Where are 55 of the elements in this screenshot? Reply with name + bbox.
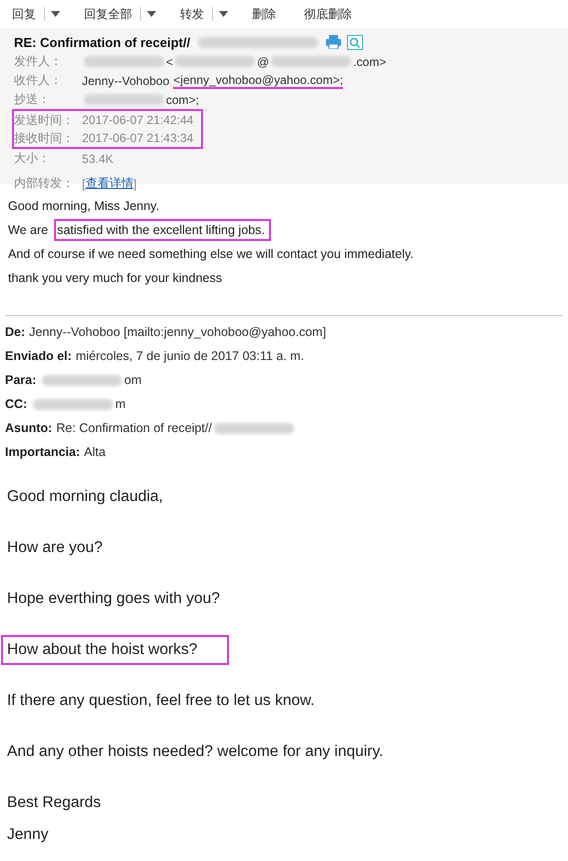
field-value: Jenny--Vohoboo — [82, 74, 170, 88]
caret-icon[interactable] — [51, 11, 60, 17]
quoted-paragraph: Best Regards — [6, 793, 102, 813]
quoted-paragraph: Hope everthing goes with you? — [6, 589, 221, 609]
field-label: 发件人： — [14, 53, 63, 70]
field-value: Re: Confirmation of receipt// — [56, 421, 212, 435]
quoted-field-label: CC: — [5, 397, 28, 411]
quoted-field-label: Enviado el: — [5, 349, 72, 363]
field-value: m — [115, 397, 126, 411]
toolbar-button[interactable]: 回复 — [8, 6, 40, 22]
field-value: Alta — [84, 445, 106, 459]
body-text: thank you very much for your kindness — [7, 270, 223, 287]
field-value: miércoles, 7 de junio de 2017 03:11 a. m. — [76, 349, 304, 363]
field-value: < — [166, 54, 174, 68]
field-value: Jenny--Vohoboo [mailto:jenny_vohoboo@yahoo.com] — [29, 325, 326, 339]
quoted-paragraph: If there any question, feel free to let us know. — [6, 691, 316, 711]
toolbar-button[interactable]: 回复全部 — [80, 6, 136, 22]
field-label: 发送时间： — [14, 112, 75, 128]
quoted-field-label: Para: — [5, 373, 36, 387]
email-subject: RE: Confirmation of receipt// — [14, 34, 190, 50]
field-label: 大小： — [14, 150, 51, 167]
details-link[interactable]: 查看详情 — [85, 175, 134, 192]
preview-icon[interactable] — [347, 34, 364, 50]
caret-icon[interactable] — [219, 11, 228, 17]
printer-icon[interactable] — [326, 35, 342, 49]
field-value: 53.4K — [82, 152, 114, 166]
toolbar-button[interactable]: 转发 — [176, 6, 208, 22]
bracket: ] — [133, 176, 137, 190]
quoted-paragraph: And any other hoists needed? welcome for any inquiry. — [6, 742, 384, 762]
field-label: 收件人： — [14, 72, 63, 89]
field-label: 接收时间： — [14, 130, 75, 146]
quoted-paragraph: Jenny — [6, 825, 50, 845]
toolbar-button[interactable]: 删除 — [248, 6, 280, 22]
body-text: satisfied with the excellent lifting jobs. — [54, 219, 271, 241]
quoted-field-label: De: — [5, 325, 26, 339]
body-text: And of course if we need something else we will contact you immediately. — [7, 246, 415, 263]
field-value: com>; — [166, 92, 200, 106]
recipient-email: <jenny_vohoboo@yahoo.com>; — [173, 72, 344, 88]
body-text: We are — [7, 222, 50, 239]
field-label: 内部转发： — [14, 175, 75, 192]
body-text: Good morning, Miss Jenny. — [7, 198, 160, 215]
quoted-paragraph: Good morning claudia, — [6, 487, 164, 507]
field-value: 2017-06-07 21:43:34 — [82, 131, 194, 145]
field-value: .com> — [353, 54, 386, 68]
field-value: 2017-06-07 21:42:44 — [82, 113, 194, 127]
quoted-paragraph: How about the hoist works? — [1, 635, 230, 665]
quoted-paragraph: How are you? — [6, 538, 104, 558]
caret-icon[interactable] — [147, 11, 156, 17]
field-value: @ — [257, 54, 270, 68]
field-label: 抄送： — [14, 91, 51, 108]
field-value: om — [124, 373, 142, 387]
quoted-field-label: Asunto: — [5, 421, 52, 435]
bracket: [ — [82, 176, 86, 190]
quoted-field-label: Importancia: — [5, 445, 80, 459]
toolbar-button[interactable]: 彻底删除 — [300, 6, 356, 22]
